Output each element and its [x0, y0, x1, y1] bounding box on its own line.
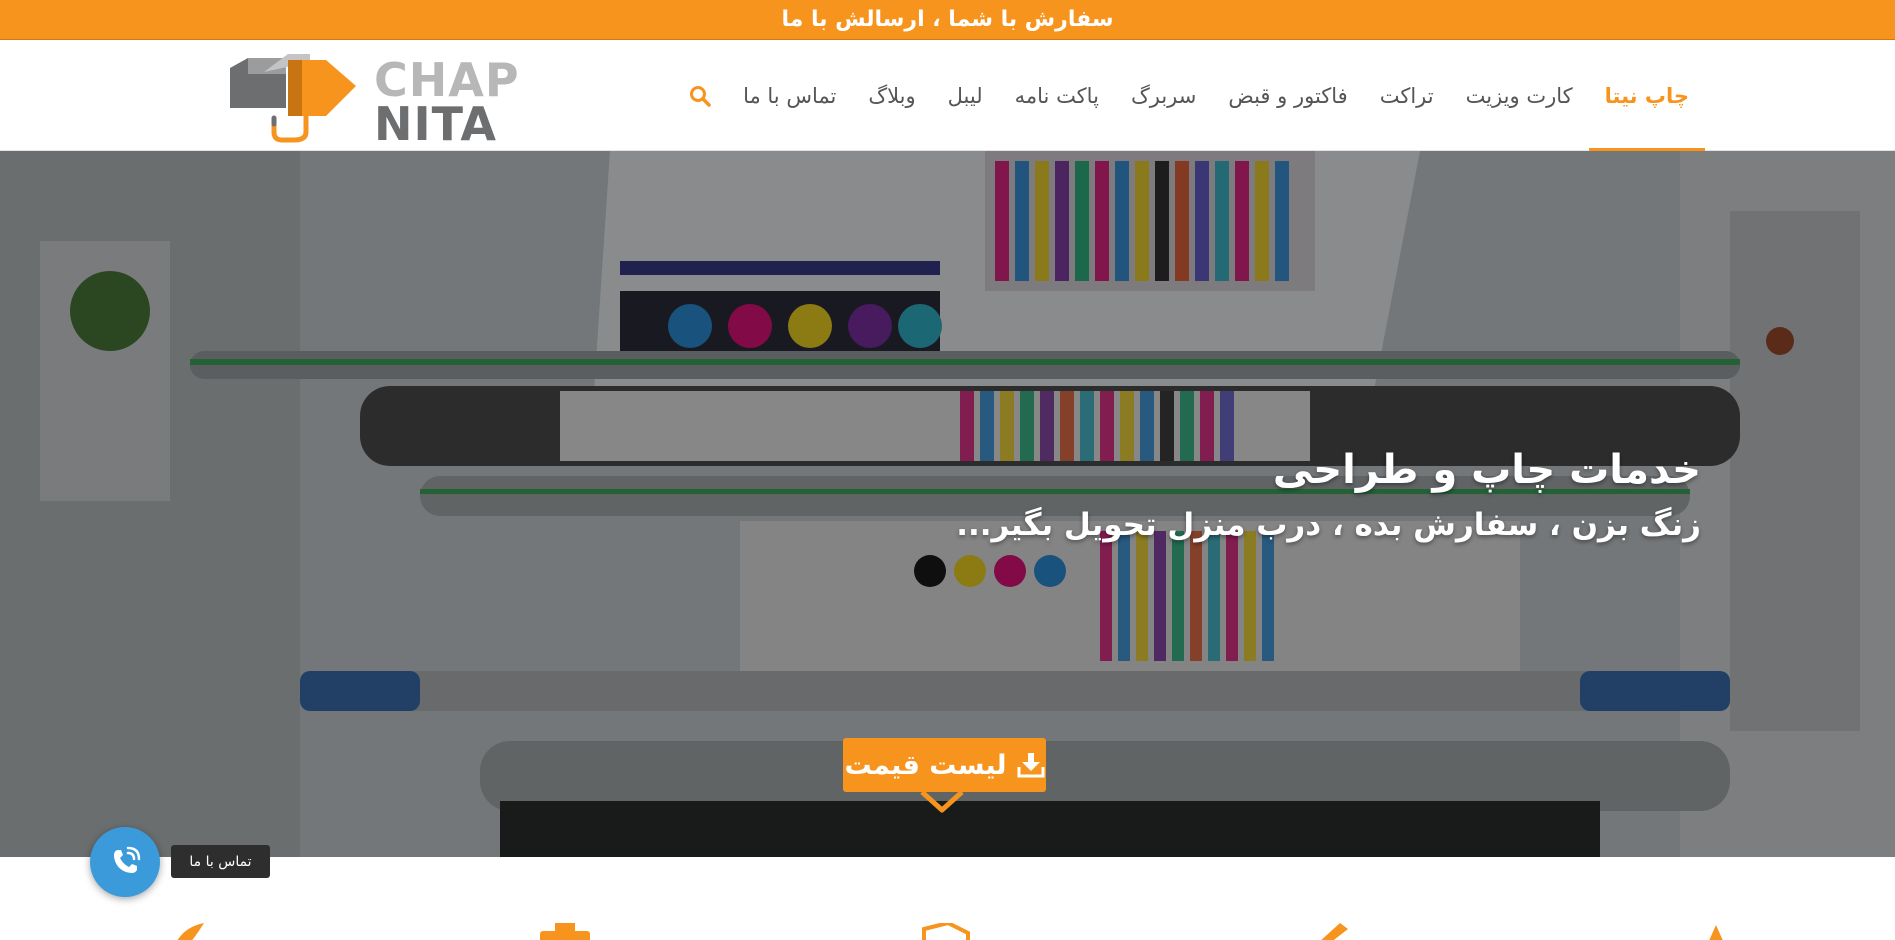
printer-feature-icon: [540, 923, 590, 940]
nav-item-business-card[interactable]: کارت ویزیت: [1450, 40, 1589, 151]
nav-item-flyer[interactable]: تراکت: [1364, 40, 1450, 151]
site-logo[interactable]: CHAP NITA: [228, 53, 528, 151]
main-navigation: چاپ نیتا کارت ویزیت تراکت فاکتور و قبض س…: [673, 40, 1706, 151]
logo-wordmark: CHAP NITA: [374, 53, 520, 151]
rocket-feature-icon: [177, 923, 204, 940]
nav-item-letterhead[interactable]: سربرگ: [1115, 40, 1212, 151]
nav-item-label[interactable]: لیبل: [932, 40, 999, 151]
search-button[interactable]: [673, 40, 727, 151]
star-feature-icon: [1709, 925, 1723, 940]
top-announcement-bar: سفارش با شما ، ارسالش با ما: [0, 0, 1895, 40]
hero-title: خدمات چاپ و طراحی: [1272, 447, 1701, 493]
nav-item-invoice-receipt[interactable]: فاکتور و قبض: [1212, 40, 1363, 151]
box-feature-icon: [922, 923, 970, 940]
hero-banner: خدمات چاپ و طراحی زنگ بزن ، سفارش بده ، …: [0, 151, 1895, 857]
site-header: CHAP NITA چاپ نیتا کارت ویزیت تراکت فاکت…: [0, 40, 1895, 151]
hero-subtitle: زنگ بزن ، سفارش بده ، درب منزل تحویل بگی…: [956, 507, 1701, 543]
logo-mark-icon: [230, 54, 356, 143]
price-list-button[interactable]: لیست قیمت: [843, 738, 1046, 792]
nav-item-contact[interactable]: تماس با ما: [727, 40, 852, 151]
logo-word-chap: CHAP: [374, 53, 520, 107]
nav-item-blog[interactable]: وبلاگ: [852, 40, 931, 151]
logo-word-nita: NITA: [374, 97, 498, 151]
chevron-down-icon[interactable]: [920, 790, 964, 814]
nav-item-envelope[interactable]: پاکت نامه: [999, 40, 1115, 151]
contact-call-button[interactable]: [90, 827, 160, 897]
contact-tooltip: تماس با ما: [171, 845, 270, 878]
pen-feature-icon: [1321, 923, 1348, 940]
nav-item-chap-nita[interactable]: چاپ نیتا: [1588, 40, 1706, 151]
download-icon: [1017, 753, 1044, 778]
phone-icon: [114, 846, 141, 873]
search-icon: [690, 85, 711, 107]
features-section: [0, 857, 1895, 940]
announcement-text: سفارش با شما ، ارسالش با ما: [781, 7, 1114, 32]
price-list-label: لیست قیمت: [844, 749, 1007, 781]
